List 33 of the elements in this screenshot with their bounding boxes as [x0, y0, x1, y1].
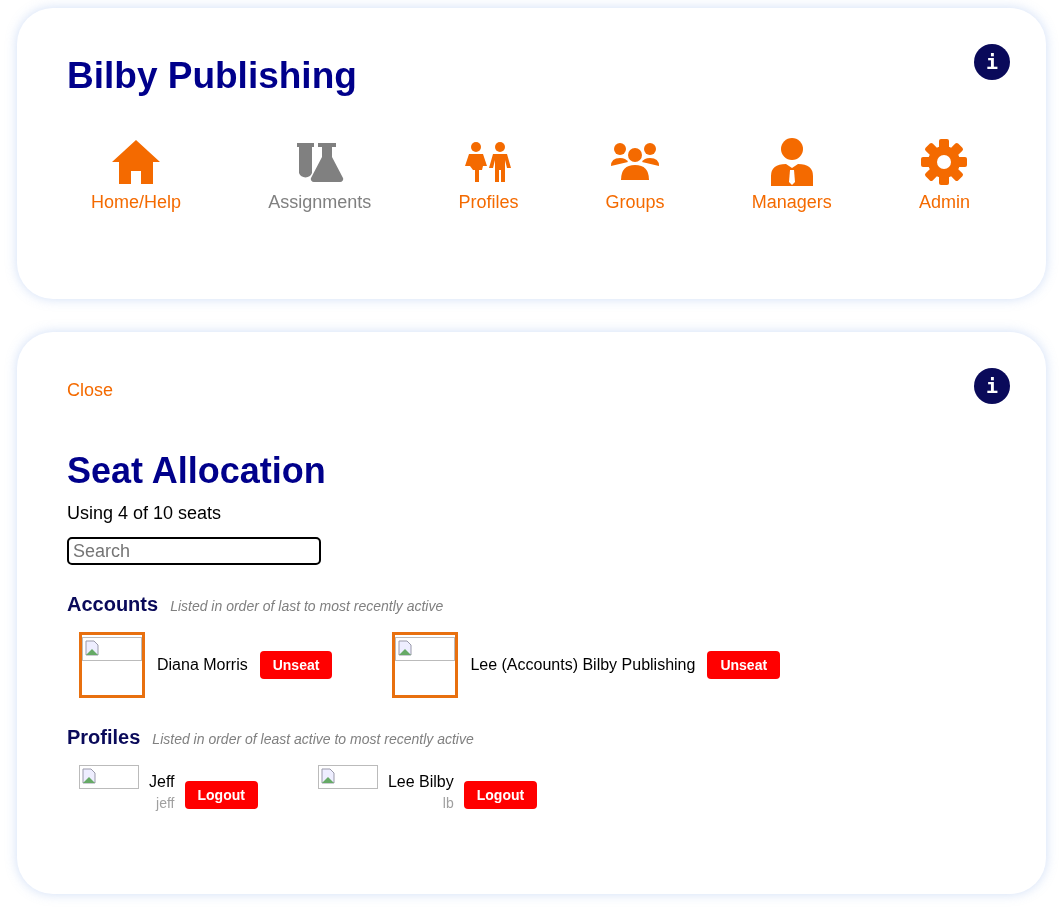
gear-icon — [920, 138, 969, 186]
broken-image-icon — [395, 637, 456, 661]
account-name: Diana Morris — [157, 656, 248, 674]
search-field[interactable]: Search — [67, 537, 321, 565]
profile-username: jeff — [156, 795, 175, 811]
logout-button[interactable]: Logout — [184, 781, 258, 809]
unseat-button[interactable]: Unseat — [707, 651, 781, 679]
nav-item[interactable]: Managers — [751, 138, 832, 213]
section-heading: Accounts — [67, 593, 159, 616]
section-note: Listed in order of least active to most recently active — [152, 731, 474, 747]
info-button[interactable]: i — [974, 368, 1010, 404]
close-link[interactable]: Close — [67, 380, 114, 401]
panel-title: Seat Allocation — [67, 451, 326, 491]
nav-item[interactable]: Profiles — [458, 138, 519, 213]
logout-button[interactable]: Logout — [463, 781, 538, 809]
profile-name: Jeff — [149, 773, 175, 791]
broken-image-icon — [79, 765, 139, 789]
broken-image-icon — [317, 765, 378, 789]
section-heading: Profiles — [67, 726, 141, 749]
section-note: Listed in order of last to most recently active — [170, 598, 444, 614]
manager-icon — [769, 138, 814, 186]
seat-usage: Using 4 of 10 seats — [67, 503, 223, 524]
house-icon — [111, 138, 161, 186]
profile-name: Lee Bilby — [387, 773, 454, 791]
profile-username: lb — [442, 795, 454, 811]
unseat-button[interactable]: Unseat — [259, 651, 333, 679]
nav-item[interactable]: Admin — [918, 138, 970, 213]
account-name: Lee (Accounts) Bilby Publishing — [470, 656, 696, 674]
broken-image-icon — [82, 637, 142, 661]
company-title: Bilby Publishing — [67, 56, 357, 96]
nav-item[interactable]: Groups — [605, 138, 665, 213]
nav-item[interactable]: Home/Help — [91, 138, 182, 213]
info-button[interactable]: i — [974, 44, 1010, 80]
